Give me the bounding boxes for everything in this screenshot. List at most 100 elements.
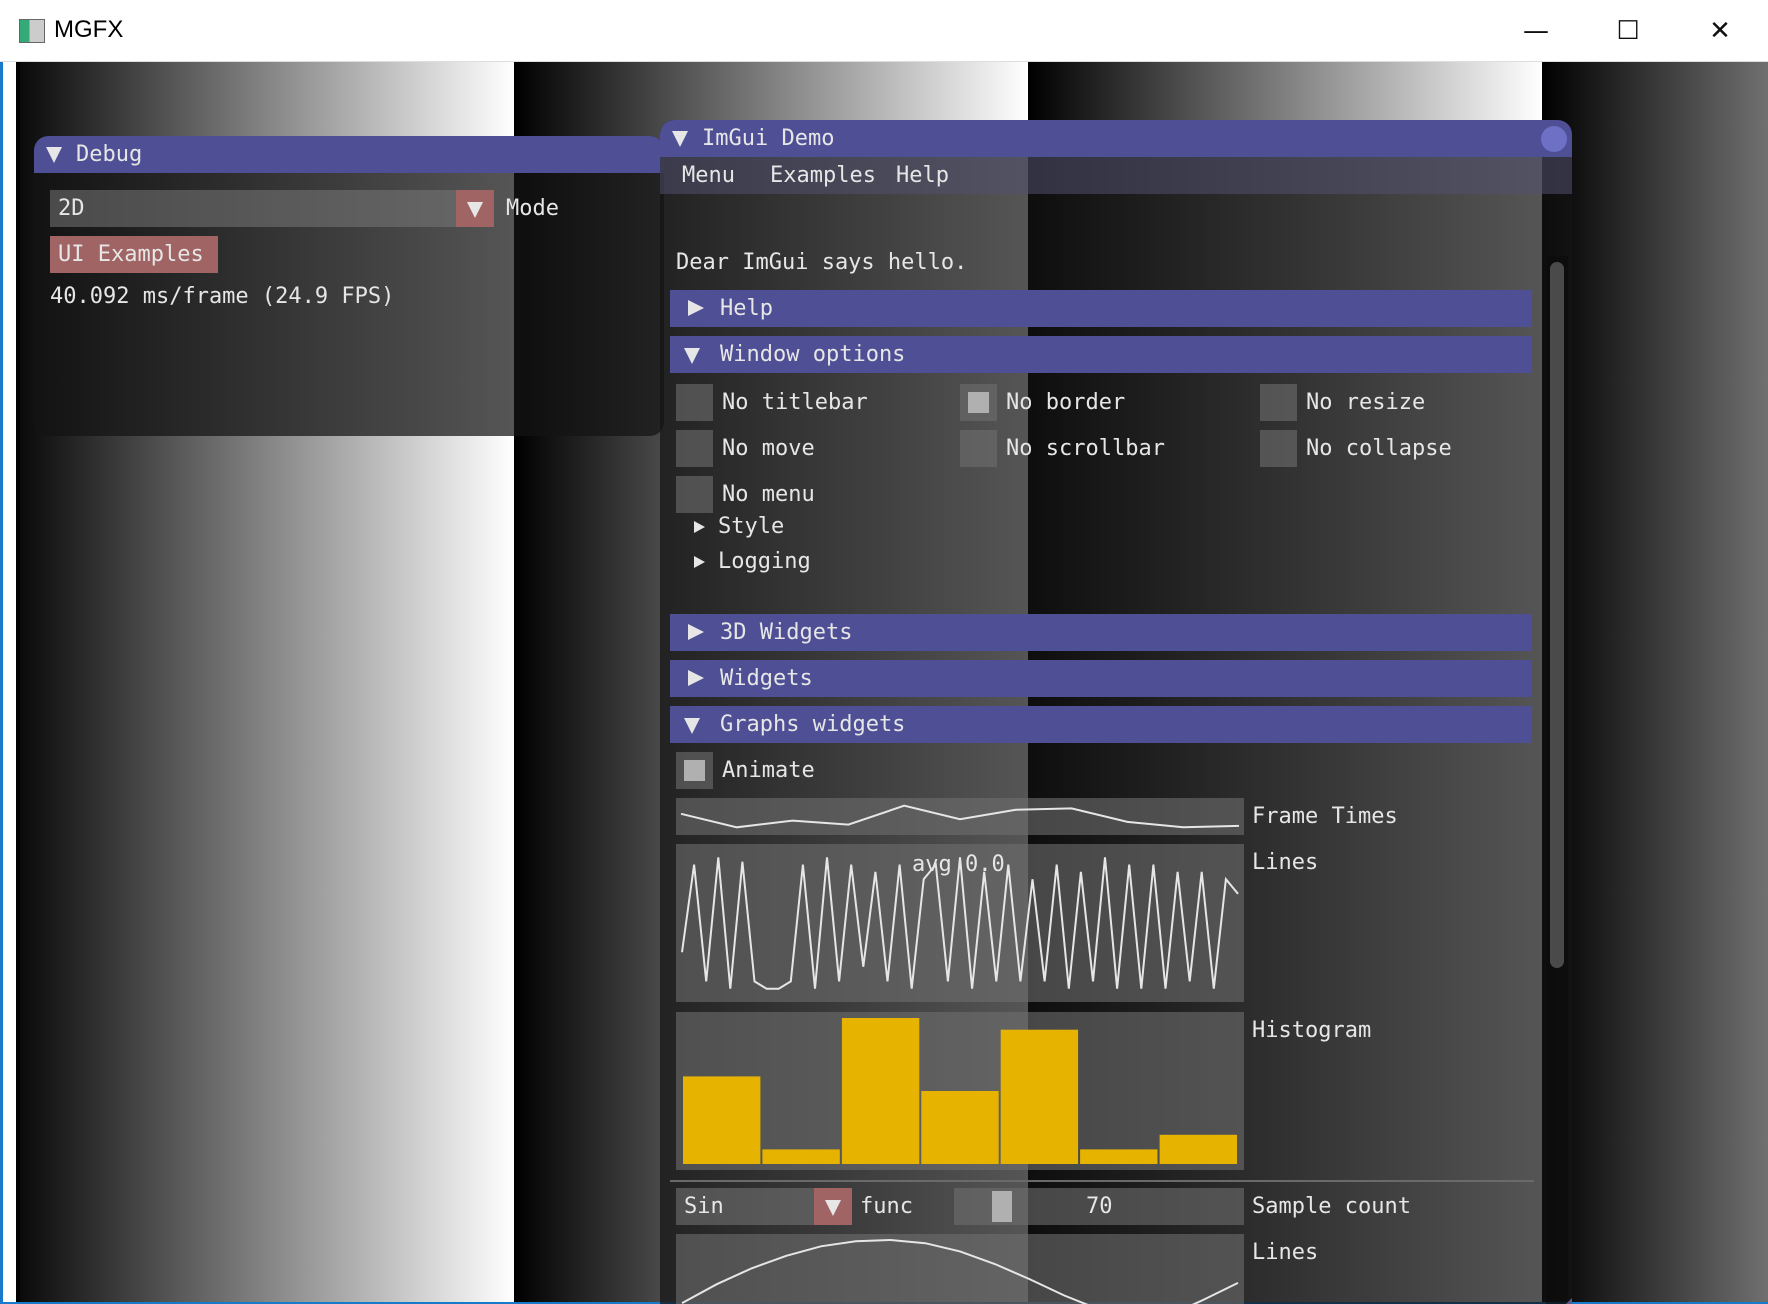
header-graphs-widgets[interactable]: Graphs widgets — [670, 706, 1532, 743]
expand-arrow-icon — [688, 624, 704, 640]
frame-times-svg — [680, 804, 1240, 829]
histogram-svg — [683, 1018, 1237, 1164]
histogram-bar — [1080, 1149, 1158, 1164]
checkbox-no-titlebar[interactable] — [676, 384, 713, 421]
series-line — [680, 804, 1240, 829]
checkbox-no-border[interactable] — [960, 384, 997, 421]
histogram-bar — [921, 1091, 999, 1164]
demo-menubar: Menu Examples Help — [660, 157, 1572, 194]
sample-count-slider[interactable]: 70 — [954, 1188, 1244, 1225]
debug-title: Debug — [76, 142, 143, 167]
mode-combo-arrow[interactable] — [456, 190, 494, 227]
no-titlebar-label: No titlebar — [722, 390, 868, 415]
collapse-arrow-icon[interactable] — [46, 147, 62, 163]
checkbox-no-scrollbar[interactable] — [960, 430, 997, 467]
vertical-scrollbar[interactable] — [1546, 256, 1568, 1304]
scrollbar-grab[interactable] — [1550, 262, 1564, 968]
render-viewport[interactable]: Debug 2D Mode UI Examples 40.092 ms/fram… — [0, 62, 1768, 1304]
maximize-button[interactable]: ☐ — [1582, 0, 1674, 62]
no-scrollbar-label: No scrollbar — [1006, 436, 1165, 461]
close-button[interactable]: ✕ — [1674, 0, 1766, 62]
gradient-band — [1542, 62, 1768, 1304]
ui-examples-label: UI Examples — [58, 242, 204, 267]
demo-titlebar[interactable]: ImGui Demo — [660, 120, 1572, 157]
header-window-options[interactable]: Window options — [670, 336, 1532, 373]
no-menu-label: No menu — [722, 482, 815, 507]
no-border-label: No border — [1006, 390, 1126, 415]
histogram-bar — [1159, 1134, 1237, 1164]
series-line — [681, 1238, 1239, 1304]
header-widgets[interactable]: Widgets — [670, 660, 1532, 697]
resize-grip[interactable] — [1542, 1298, 1572, 1304]
lines2-label: Lines — [1252, 1240, 1319, 1265]
no-collapse-label: No collapse — [1306, 436, 1452, 461]
chevron-down-icon — [825, 1200, 841, 1216]
frame-stats: 40.092 ms/frame (24.9 FPS) — [50, 284, 395, 309]
separator — [670, 1180, 1534, 1182]
ui-examples-button[interactable]: UI Examples — [50, 236, 218, 273]
sample-count-value: 70 — [1086, 1194, 1113, 1219]
checkbox-animate[interactable] — [676, 752, 713, 789]
sin-lines-svg — [681, 1238, 1239, 1304]
checkbox-no-menu[interactable] — [676, 476, 713, 513]
func-combo[interactable]: Sin — [676, 1188, 852, 1225]
mode-label: Mode — [506, 196, 559, 221]
expand-arrow-icon — [688, 670, 704, 686]
no-resize-label: No resize — [1306, 390, 1426, 415]
histogram-bar — [1000, 1029, 1079, 1164]
close-window-icon[interactable] — [1541, 126, 1567, 152]
no-move-label: No move — [722, 436, 815, 461]
collapse-arrow-icon — [684, 718, 700, 734]
collapse-arrow-icon[interactable] — [672, 131, 688, 147]
lines-label: Lines — [1252, 850, 1319, 875]
histogram-bar — [683, 1076, 761, 1164]
lines-overlay-text: avg 0.0 — [912, 852, 1005, 877]
demo-title: ImGui Demo — [702, 126, 835, 151]
header-3d-widgets[interactable]: 3D Widgets — [670, 614, 1532, 651]
animate-label: Animate — [722, 758, 815, 783]
header-widgets-label: Widgets — [720, 666, 813, 691]
debug-titlebar[interactable]: Debug — [34, 136, 664, 173]
header-help[interactable]: Help — [670, 290, 1532, 327]
slider-grab[interactable] — [992, 1191, 1012, 1222]
histogram-plot[interactable] — [676, 1012, 1244, 1170]
func-combo-value: Sin — [684, 1194, 724, 1219]
check-mark — [968, 392, 989, 413]
imgui-demo-window[interactable]: ImGui Demo Menu Examples Help Dear ImGui… — [660, 120, 1572, 1304]
header-graphs-widgets-label: Graphs widgets — [720, 712, 906, 737]
minimize-button[interactable]: — — [1490, 0, 1582, 62]
histogram-bar — [841, 1018, 920, 1164]
header-window-options-label: Window options — [720, 342, 906, 367]
app-icon — [19, 19, 45, 43]
window-titlebar: MGFX — ☐ ✕ — [0, 0, 1768, 62]
debug-window[interactable]: Debug 2D Mode UI Examples 40.092 ms/fram… — [34, 136, 664, 436]
expand-arrow-icon — [694, 556, 705, 568]
menu-item-examples[interactable]: Examples — [770, 163, 876, 188]
frame-times-plot[interactable] — [676, 798, 1244, 835]
mode-combo[interactable]: 2D — [50, 190, 494, 227]
mode-combo-value: 2D — [58, 196, 85, 221]
lines-plot[interactable]: avg 0.0 — [676, 844, 1244, 1002]
checkbox-no-collapse[interactable] — [1260, 430, 1297, 467]
sample-count-label: Sample count — [1252, 1194, 1411, 1219]
tree-node-logging-label: Logging — [718, 549, 811, 574]
checkbox-no-move[interactable] — [676, 430, 713, 467]
series-line — [681, 857, 1239, 990]
greeting-text: Dear ImGui says hello. — [676, 250, 968, 275]
sin-lines-plot[interactable] — [676, 1234, 1244, 1304]
header-3d-widgets-label: 3D Widgets — [720, 620, 853, 645]
expand-arrow-icon — [688, 300, 704, 316]
collapse-arrow-icon — [684, 348, 700, 364]
expand-arrow-icon — [694, 521, 705, 533]
checkbox-no-resize[interactable] — [1260, 384, 1297, 421]
frame-times-label: Frame Times — [1252, 804, 1398, 829]
menu-item-menu[interactable]: Menu — [682, 163, 735, 188]
viewport-left-border — [0, 62, 20, 1304]
func-label: func — [860, 1194, 913, 1219]
func-combo-arrow[interactable] — [814, 1188, 852, 1225]
tree-node-style-label: Style — [718, 514, 785, 539]
header-help-label: Help — [720, 296, 773, 321]
menu-item-help[interactable]: Help — [896, 163, 949, 188]
check-mark — [684, 760, 705, 781]
histogram-label: Histogram — [1252, 1018, 1372, 1043]
